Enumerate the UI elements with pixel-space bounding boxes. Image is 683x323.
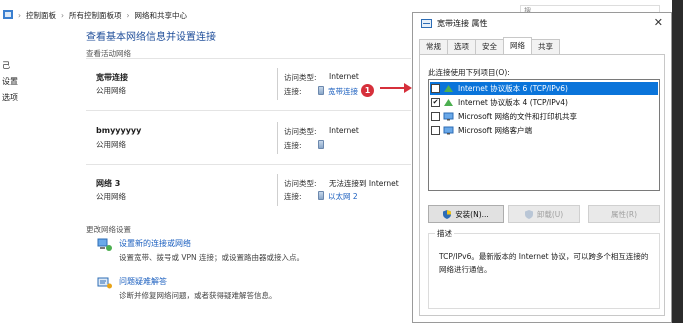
dialog-titlebar[interactable]: 宽带连接 属性 (413, 13, 671, 33)
left-nav: 己 设置 选项 (2, 58, 18, 106)
protocol-icon (444, 85, 453, 92)
setup-connection-link[interactable]: 设置新的连接或网络 (119, 238, 191, 249)
list-item-client[interactable]: Microsoft 网络客户端 (430, 124, 658, 137)
divider (86, 110, 411, 111)
connection-link[interactable]: 以太网 2 (328, 192, 358, 201)
connection-label: 连接: (284, 192, 302, 201)
divider (86, 164, 411, 165)
tab-security[interactable]: 安全 (475, 39, 504, 54)
connection-link[interactable]: 宽带连接 (328, 87, 358, 96)
tab-sharing[interactable]: 共享 (531, 39, 560, 54)
checkbox[interactable]: ✔ (431, 98, 440, 107)
page-title: 查看基本网络信息并设置连接 (86, 32, 216, 43)
list-item-file-sharing[interactable]: Microsoft 网络的文件和打印机共享 (430, 110, 658, 123)
checkbox[interactable] (431, 84, 440, 93)
access-type-value: Internet (329, 72, 359, 81)
task-description: 诊断并修复网络问题，或者获得疑难解答信息。 (119, 291, 277, 300)
item-label: Microsoft 网络的文件和打印机共享 (458, 112, 578, 121)
network-type: 公用网络 (96, 192, 126, 201)
breadcrumb-control-panel[interactable]: 控制面板 (26, 10, 56, 21)
tab-options[interactable]: 选项 (447, 39, 476, 54)
access-type-label: 访问类型: (284, 179, 317, 188)
divider (277, 122, 278, 154)
left-nav-item[interactable]: 设置 (2, 74, 18, 90)
network-service-icon (443, 112, 454, 121)
description-title: 描述 (435, 228, 454, 239)
network-type: 公用网络 (96, 86, 126, 95)
access-type-label: 访问类型: (284, 127, 317, 136)
properties-button[interactable]: 属性(R) (588, 205, 660, 223)
tab-bar: 常规 选项 安全 网络 共享 (419, 37, 560, 54)
access-type-value: Internet (329, 126, 359, 135)
ethernet-icon (318, 191, 324, 200)
item-label: Internet 协议版本 4 (TCP/IPv4) (458, 98, 568, 107)
connection-label: 连接: (284, 141, 302, 150)
tab-general[interactable]: 常规 (419, 39, 448, 54)
troubleshoot-link[interactable]: 问题疑难解答 (119, 276, 167, 287)
divider (86, 58, 411, 59)
divider (277, 68, 278, 100)
address-bar[interactable]: › 控制面板 › 所有控制面板项 › 网络和共享中心 (0, 8, 415, 22)
items-listbox[interactable]: Internet 协议版本 6 (TCP/IPv6) ✔ Internet 协议… (428, 79, 660, 191)
network-connection-icon (421, 18, 432, 28)
description-group: 描述 TCP/IPv6。最新版本的 Internet 协议，可以跨多个相互连接的… (428, 228, 660, 309)
connection-value[interactable]: 以太网 2 (318, 191, 358, 202)
left-nav-item[interactable]: 己 (2, 58, 18, 74)
properties-dialog: 宽带连接 属性 ✕ 常规 选项 安全 网络 共享 此连接使用下列项目(O): I… (412, 12, 672, 323)
checkbox[interactable] (431, 112, 440, 121)
chevron-right-icon: › (126, 10, 130, 20)
red-arrow-icon (380, 83, 412, 93)
left-nav-item[interactable]: 选项 (2, 90, 18, 106)
access-type-label: 访问类型: (284, 73, 317, 82)
tab-networking[interactable]: 网络 (503, 37, 532, 54)
close-icon[interactable]: ✕ (654, 16, 663, 29)
connection-value[interactable] (318, 140, 328, 150)
access-type-value: 无法连接到 Internet (329, 179, 399, 188)
checkbox[interactable] (431, 126, 440, 135)
list-item-ipv6[interactable]: Internet 协议版本 6 (TCP/IPv6) (430, 82, 658, 95)
new-connection-icon (97, 238, 112, 251)
uninstall-label: 卸载(U) (536, 209, 564, 219)
shield-icon (524, 209, 533, 219)
network-client-icon (443, 126, 454, 135)
change-settings-heading: 更改网络设置 (86, 225, 131, 234)
dialog-title: 宽带连接 属性 (437, 18, 488, 28)
item-label: Microsoft 网络客户端 (458, 126, 533, 135)
connection-label: 连接: (284, 87, 302, 96)
breadcrumb-network-center[interactable]: 网络和共享中心 (135, 10, 188, 21)
background-window-edge (672, 0, 683, 323)
items-label: 此连接使用下列项目(O): (428, 68, 510, 77)
chevron-right-icon: › (18, 10, 21, 20)
troubleshoot-icon (97, 277, 112, 289)
uninstall-button[interactable]: 卸载(U) (508, 205, 580, 223)
install-button[interactable]: 安装(N)... (428, 205, 504, 223)
divider (277, 174, 278, 206)
install-label: 安装(N)... (455, 209, 489, 219)
connection-icon (318, 140, 324, 149)
network-type: 公用网络 (96, 140, 126, 149)
item-label: Internet 协议版本 6 (TCP/IPv6) (458, 84, 568, 93)
list-item-ipv4[interactable]: ✔ Internet 协议版本 4 (TCP/IPv4) (430, 96, 658, 109)
control-panel-icon (3, 9, 13, 21)
breadcrumb-all-items[interactable]: 所有控制面板项 (69, 10, 122, 21)
step-badge: 1 (361, 84, 374, 97)
description-text: TCP/IPv6。最新版本的 Internet 协议，可以跨多个相互连接的网络进… (439, 252, 649, 274)
network-name: bmyyyyyy (96, 126, 142, 135)
connection-icon (318, 86, 324, 95)
protocol-icon (444, 99, 453, 106)
connection-value[interactable]: 宽带连接 (318, 86, 358, 97)
networking-tab-panel: 此连接使用下列项目(O): Internet 协议版本 6 (TCP/IPv6)… (419, 54, 665, 316)
network-name: 网络 3 (96, 179, 121, 188)
network-name: 宽带连接 (96, 73, 128, 82)
task-description: 设置宽带、拨号或 VPN 连接；或设置路由器或接入点。 (119, 253, 305, 262)
properties-label: 属性(R) (610, 209, 638, 219)
chevron-right-icon: › (61, 10, 64, 20)
shield-icon (443, 209, 452, 219)
